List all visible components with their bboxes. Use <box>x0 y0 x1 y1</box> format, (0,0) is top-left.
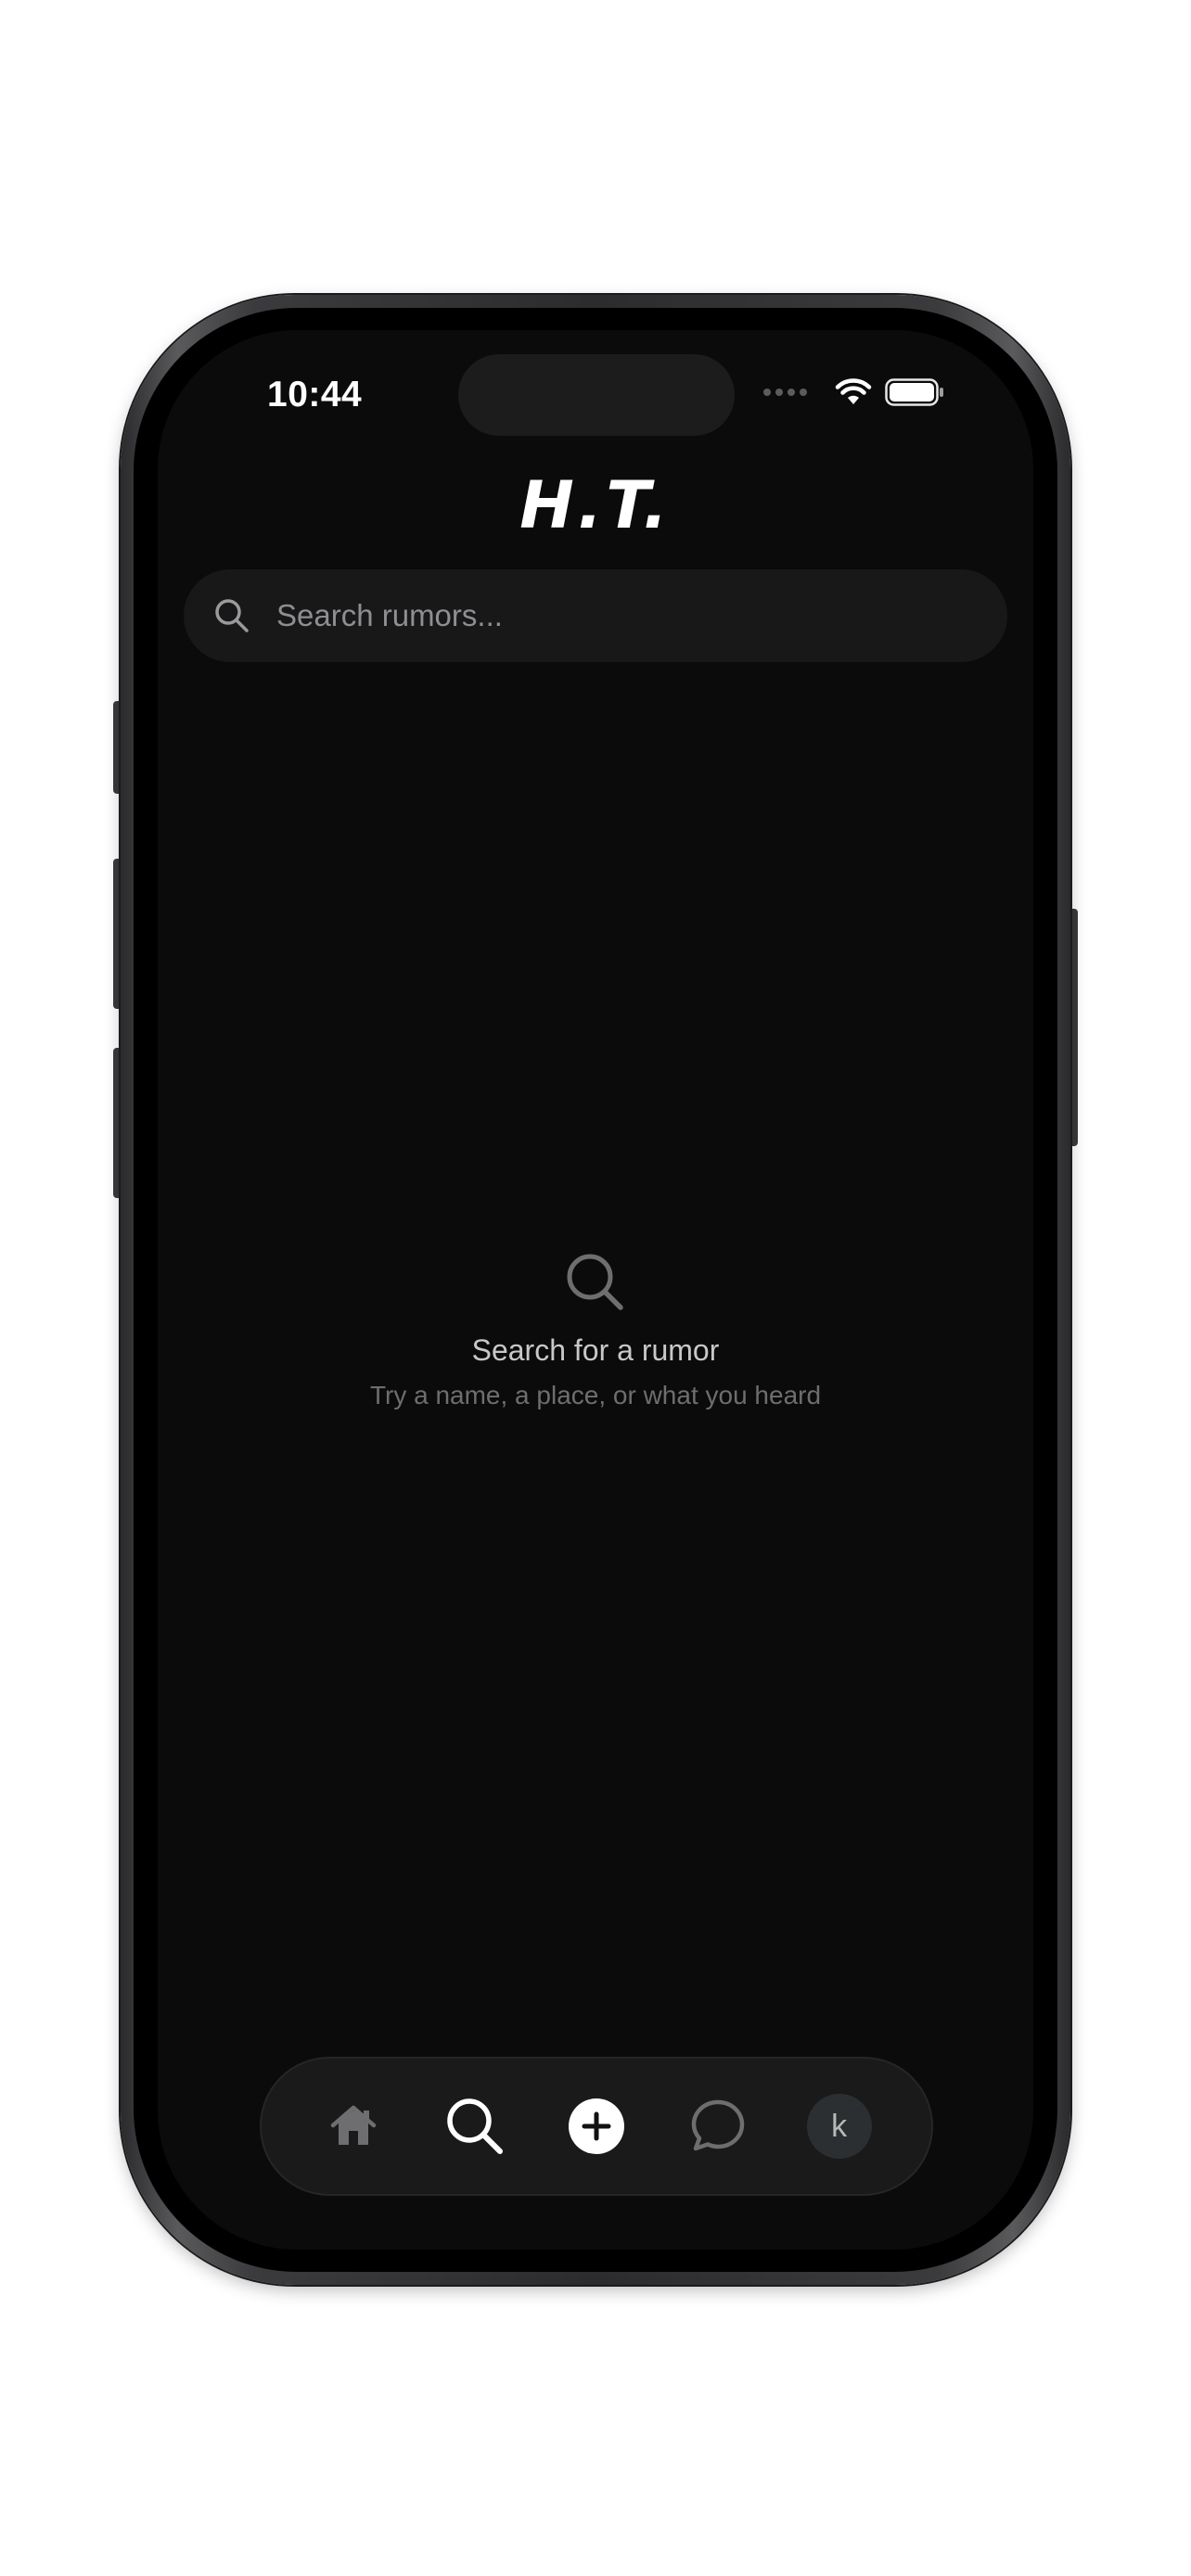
phone-frame: 10:44 H.T. Search rumors... Search for a… <box>121 295 1070 2285</box>
empty-state-title: Search for a rumor <box>471 1333 720 1367</box>
tab-home[interactable] <box>314 2087 392 2165</box>
status-time: 10:44 <box>267 375 363 414</box>
tab-create[interactable] <box>557 2087 635 2165</box>
cellular-signal-icon <box>763 389 807 396</box>
wifi-icon <box>835 378 872 404</box>
search-icon <box>567 1254 623 1310</box>
avatar: k <box>806 2094 872 2159</box>
tab-messages[interactable] <box>679 2087 757 2165</box>
search-input[interactable] <box>275 587 1007 644</box>
chat-bubble-icon <box>691 2099 745 2151</box>
page-canvas: 10:44 H.T. Search rumors... Search for a… <box>0 0 1191 2576</box>
status-indicators <box>763 378 944 406</box>
search-icon <box>447 2098 504 2154</box>
app-screen: 10:44 H.T. Search rumors... Search for a… <box>158 330 1033 2250</box>
search-icon <box>215 599 249 632</box>
tab-profile[interactable]: k <box>800 2087 878 2165</box>
app-logo: H.T. <box>519 467 672 543</box>
battery-icon <box>885 378 943 406</box>
home-icon <box>331 2105 377 2145</box>
dynamic-island <box>458 354 735 436</box>
tab-bar: k <box>260 2057 933 2196</box>
empty-state: Search for a rumor Try a name, a place, … <box>158 1252 1033 1410</box>
empty-state-subtitle: Try a name, a place, or what you heard <box>369 1381 822 1409</box>
tab-search[interactable] <box>436 2087 514 2165</box>
plus-circle-icon <box>568 2098 624 2154</box>
phone-bezel: 10:44 H.T. Search rumors... Search for a… <box>134 308 1057 2272</box>
search-bar[interactable] <box>184 569 1007 662</box>
